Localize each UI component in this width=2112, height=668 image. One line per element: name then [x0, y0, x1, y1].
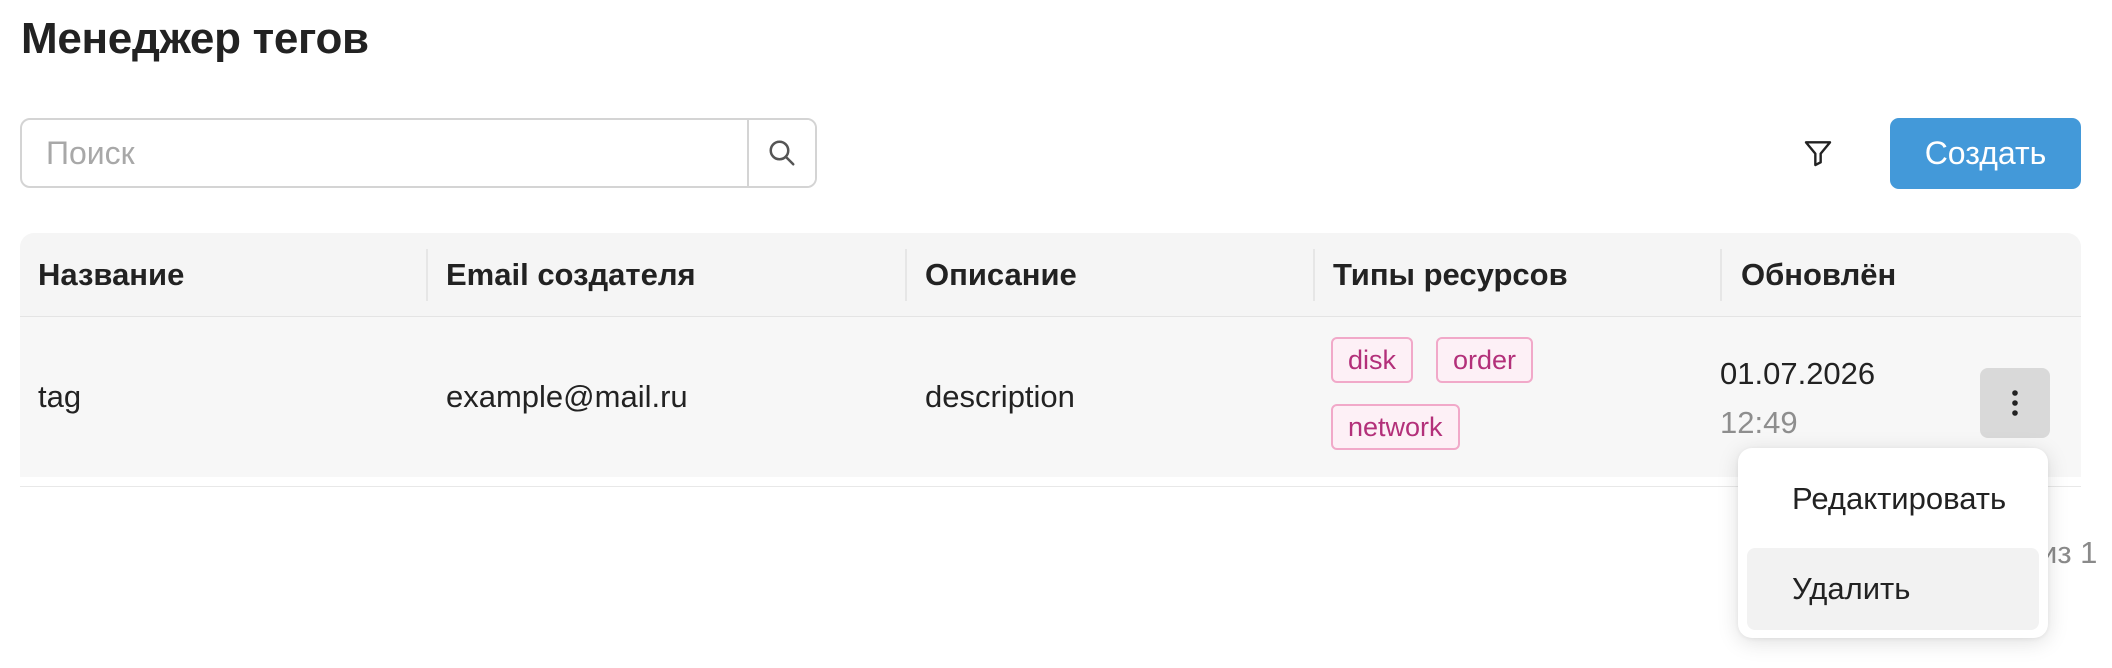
row-actions-menu: Редактировать Удалить	[1738, 448, 2048, 638]
search-box	[20, 118, 817, 188]
column-separator	[426, 249, 428, 301]
search-button[interactable]	[747, 120, 815, 186]
updated-time: 12:49	[1720, 405, 1798, 440]
cell-name: tag	[38, 379, 82, 414]
column-header-email[interactable]: Email создателя	[446, 233, 696, 317]
menu-item-edit[interactable]: Редактировать	[1747, 458, 2039, 540]
column-header-resource-types[interactable]: Типы ресурсов	[1333, 233, 1568, 317]
page-title: Менеджер тегов	[21, 14, 369, 63]
updated-date: 01.07.2026	[1720, 356, 1876, 391]
search-input[interactable]	[22, 120, 747, 186]
column-header-description[interactable]: Описание	[925, 233, 1077, 317]
pagination-info: из 1	[2040, 535, 2098, 570]
column-separator	[1720, 249, 1722, 301]
filter-icon	[1804, 141, 1832, 167]
resource-type-tag: order	[1436, 337, 1534, 383]
cell-email: example@mail.ru	[446, 379, 688, 414]
resource-type-tag: network	[1331, 404, 1460, 450]
filter-button[interactable]	[1796, 131, 1840, 175]
column-header-name[interactable]: Название	[38, 233, 184, 317]
table-header: Название Email создателя Описание Типы р…	[20, 233, 2081, 317]
resource-type-tag: disk	[1331, 337, 1414, 383]
more-vertical-icon	[2012, 390, 2018, 416]
create-button[interactable]: Создать	[1890, 118, 2081, 189]
column-separator	[905, 249, 907, 301]
cell-description: description	[925, 379, 1075, 414]
column-header-updated[interactable]: Обновлён	[1741, 233, 1896, 317]
column-separator	[1313, 249, 1315, 301]
search-icon	[769, 140, 795, 166]
row-actions-button[interactable]	[1980, 368, 2050, 438]
menu-item-delete[interactable]: Удалить	[1747, 548, 2039, 630]
